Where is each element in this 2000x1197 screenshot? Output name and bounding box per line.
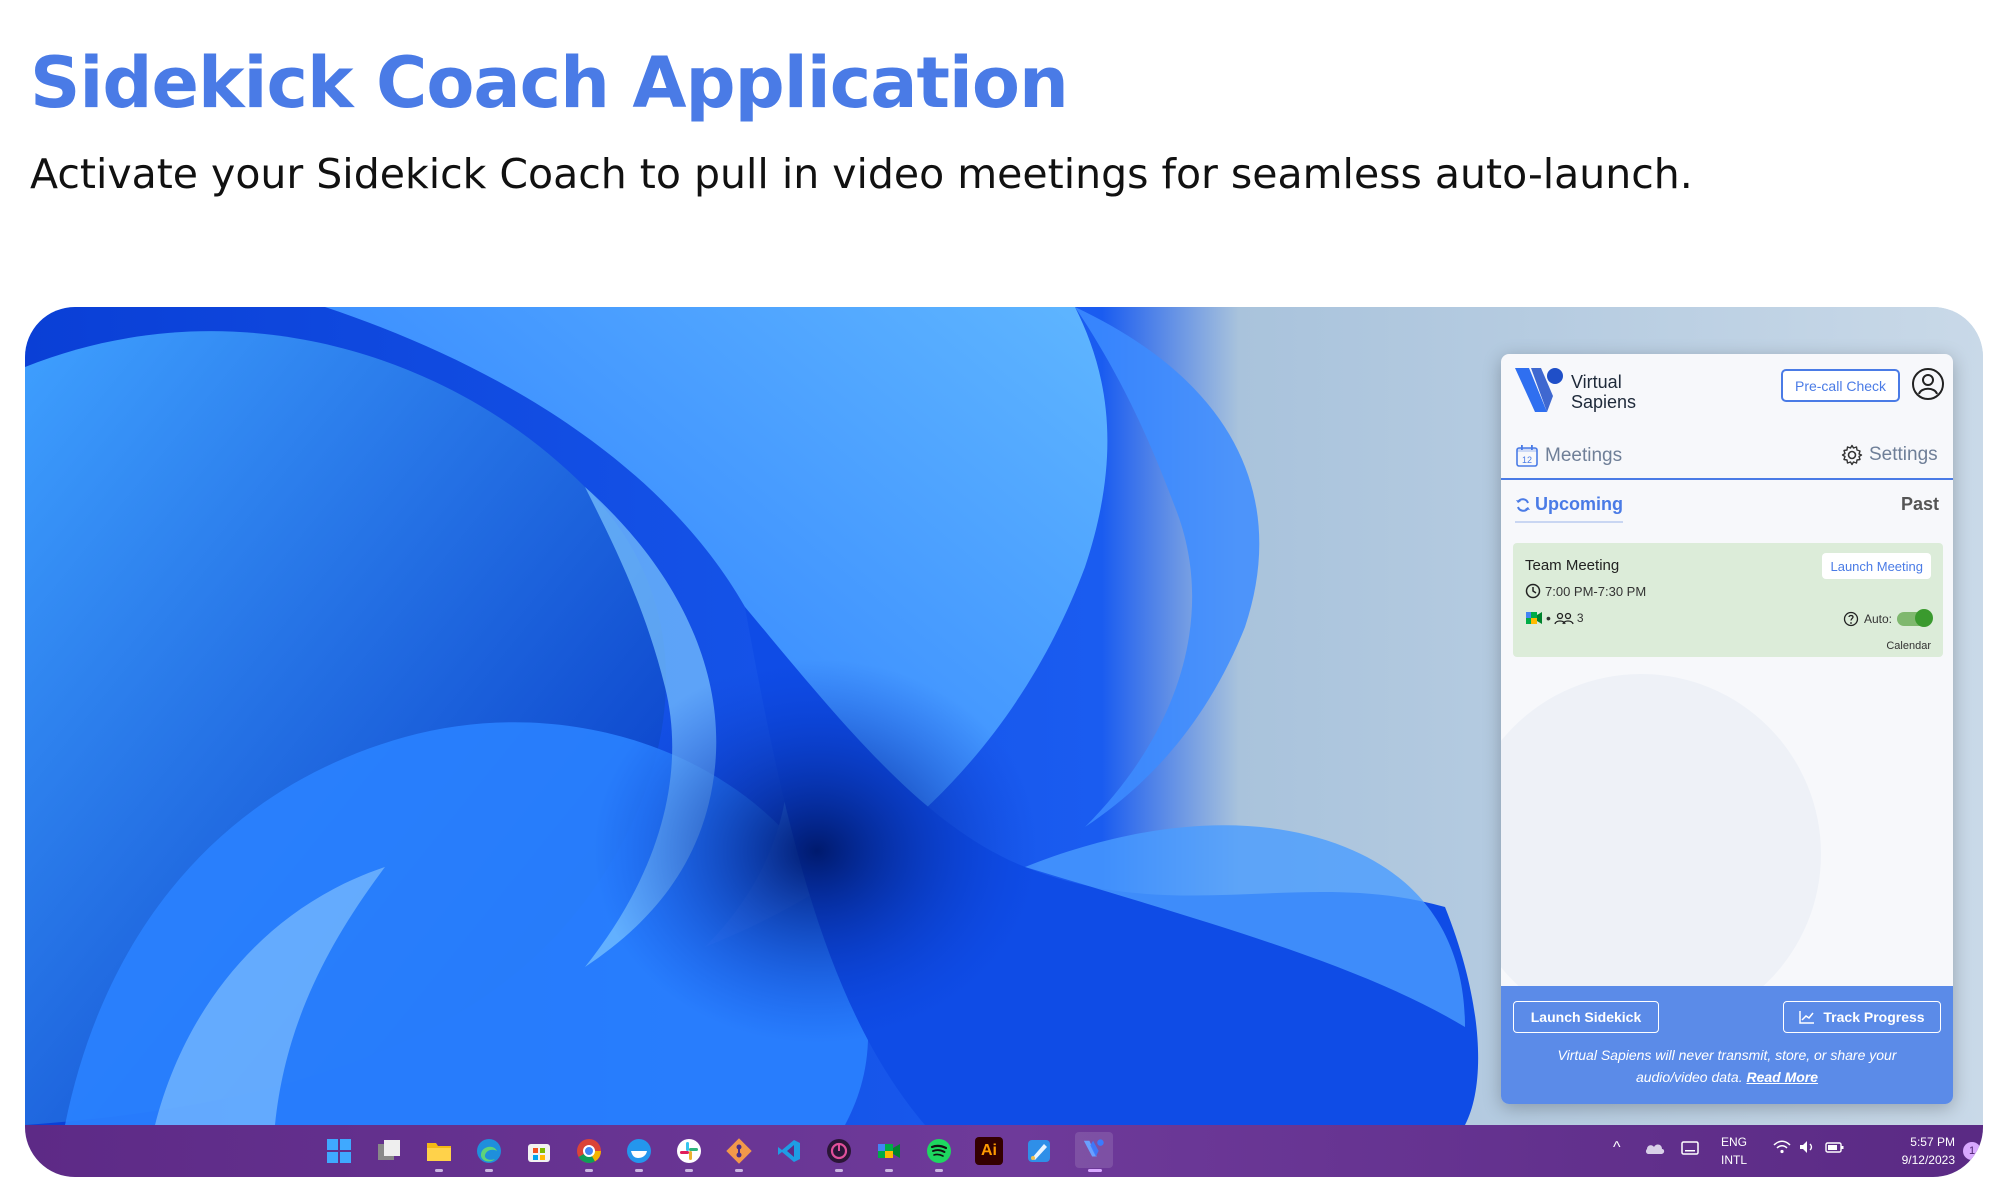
read-more-link[interactable]: Read More (1746, 1069, 1818, 1085)
start-icon[interactable] (325, 1137, 353, 1165)
illustrator-icon[interactable]: Ai (975, 1137, 1003, 1165)
sidekick-coach-panel: Virtual Sapiens Pre-call Check 12 Meetin… (1501, 354, 1953, 1104)
privacy-text: Virtual Sapiens will never transmit, sto… (1557, 1047, 1897, 1085)
task-view-icon[interactable] (375, 1137, 403, 1165)
meeting-time-row: 7:00 PM-7:30 PM (1525, 583, 1646, 599)
brand-name: Virtual Sapiens (1571, 372, 1636, 412)
chart-icon (1799, 1011, 1815, 1024)
power-app-icon[interactable] (825, 1137, 853, 1165)
meeting-meta-row: • 3 (1525, 610, 1584, 626)
people-icon (1554, 612, 1574, 625)
tab-meetings[interactable]: 12 Meetings (1515, 444, 1622, 468)
tab-meetings-label: Meetings (1545, 445, 1623, 466)
panel-footer: Launch Sidekick Track Progress Virtual S… (1501, 986, 1953, 1104)
paint-icon[interactable] (1025, 1137, 1053, 1165)
svg-text:12: 12 (1522, 455, 1532, 465)
precall-check-label: Pre-call Check (1794, 377, 1887, 394)
tab-past[interactable]: Past (1901, 494, 1939, 515)
track-progress-button[interactable]: Track Progress (1783, 1001, 1941, 1033)
language-indicator[interactable]: ENG INTL (1721, 1133, 1747, 1169)
volume-icon[interactable] (1799, 1140, 1817, 1159)
precall-check-button[interactable]: Pre-call Check (1781, 369, 1900, 402)
brand-line2: Sapiens (1571, 392, 1637, 412)
desktop-screenshot: Ai ^ ENG INTL 5:57 PM 9/12/2023 1 Virtua… (25, 307, 1983, 1177)
tab-settings[interactable]: Settings (1841, 444, 1938, 466)
refresh-icon (1516, 497, 1530, 512)
chrome-icon[interactable] (575, 1137, 603, 1165)
language-line1: ENG (1721, 1135, 1748, 1149)
tab-settings-label: Settings (1869, 444, 1938, 465)
calendar-icon: 12 (1516, 445, 1538, 467)
user-circle-icon[interactable] (1911, 367, 1945, 401)
meeting-card[interactable]: Team Meeting 7:00 PM-7:30 PM • 3 Launch … (1513, 543, 1943, 657)
language-line2: INTL (1721, 1153, 1748, 1167)
illustrator-icon-label: Ai (981, 1142, 997, 1159)
meeting-source: Calendar (1886, 640, 1931, 652)
clock[interactable]: 5:57 PM 9/12/2023 (1867, 1133, 1955, 1169)
virtual-sapiens-logo (1513, 366, 1565, 414)
store-icon[interactable] (525, 1137, 553, 1165)
spotify-icon[interactable] (925, 1137, 953, 1165)
help-icon[interactable] (1843, 611, 1859, 627)
page-subtitle: Activate your Sidekick Coach to pull in … (30, 150, 1693, 198)
google-meet-icon[interactable] (875, 1137, 903, 1165)
meta-separator-dot: • (1546, 610, 1551, 626)
clock-icon (1525, 583, 1541, 599)
file-explorer-icon[interactable] (425, 1137, 453, 1165)
docker-icon[interactable] (625, 1137, 653, 1165)
auto-launch-toggle[interactable] (1897, 609, 1933, 627)
windows-taskbar: Ai ^ ENG INTL 5:57 PM 9/12/2023 1 (25, 1125, 1983, 1177)
tab-past-label: Past (1900, 494, 1939, 514)
launch-sidekick-label: Launch Sidekick (1530, 1009, 1642, 1025)
panel-nav: 12 Meetings Settings (1501, 434, 1953, 480)
git-icon[interactable] (725, 1137, 753, 1165)
meeting-time: 7:00 PM-7:30 PM (1545, 583, 1647, 599)
tab-upcoming-label: Upcoming (1535, 494, 1623, 514)
tablet-icon[interactable] (1681, 1141, 1699, 1160)
launch-meeting-label: Launch Meeting (1830, 558, 1923, 574)
tray-overflow-icon[interactable]: ^ (1613, 1139, 1621, 1157)
auto-label: Auto: (1863, 612, 1892, 626)
brand-line1: Virtual (1571, 372, 1622, 392)
virtual-sapiens-icon[interactable] (1075, 1132, 1113, 1168)
vscode-icon[interactable] (775, 1137, 803, 1165)
google-meet-icon (1526, 612, 1542, 624)
edge-icon[interactable] (475, 1137, 503, 1165)
panel-decorative-circle (1501, 674, 1821, 1034)
privacy-notice: Virtual Sapiens will never transmit, sto… (1521, 1044, 1933, 1088)
launch-meeting-button[interactable]: Launch Meeting (1822, 553, 1931, 579)
notification-count: 1 (1968, 1145, 1976, 1157)
toggle-knob (1915, 609, 1933, 627)
attendee-count: 3 (1576, 611, 1584, 625)
wifi-icon[interactable] (1773, 1140, 1791, 1159)
slack-icon[interactable] (675, 1137, 703, 1165)
track-progress-label: Track Progress (1823, 1009, 1925, 1025)
tab-upcoming[interactable]: Upcoming (1515, 494, 1623, 523)
onedrive-icon[interactable] (1645, 1141, 1665, 1160)
gear-icon (1841, 444, 1863, 466)
meeting-title: Team Meeting (1525, 557, 1620, 574)
notification-badge[interactable]: 1 (1963, 1142, 1981, 1160)
page-title: Sidekick Coach Application (30, 42, 1069, 124)
battery-icon[interactable] (1825, 1140, 1845, 1159)
clock-date: 9/12/2023 (1901, 1153, 1955, 1167)
clock-time: 5:57 PM (1910, 1135, 1955, 1149)
auto-launch-row: Auto: (1843, 609, 1933, 627)
launch-sidekick-button[interactable]: Launch Sidekick (1513, 1001, 1659, 1033)
